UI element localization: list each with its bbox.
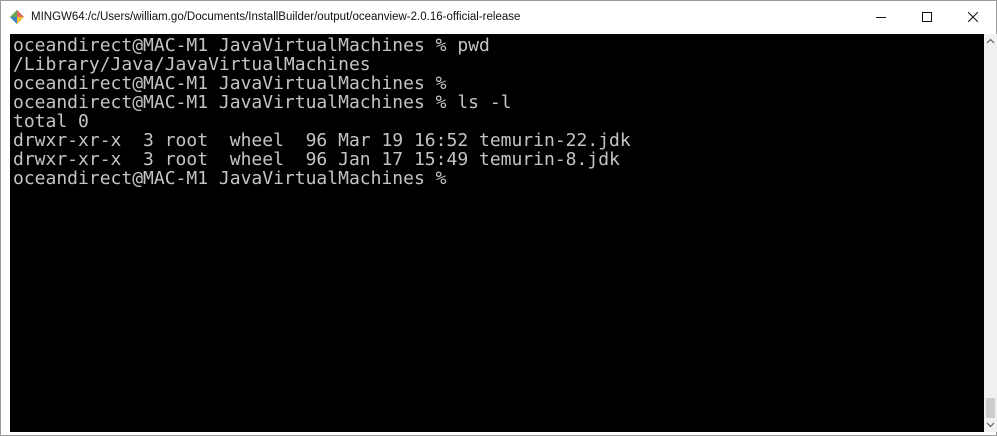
- scroll-thumb[interactable]: [986, 398, 995, 418]
- terminal-line: drwxr-xr-x 3 root wheel 96 Mar 19 16:52 …: [13, 130, 631, 151]
- terminal-line: oceandirect@MAC-M1 JavaVirtualMachines %: [13, 73, 447, 94]
- terminal-line: total 0: [13, 111, 89, 132]
- minimize-button[interactable]: [858, 1, 904, 32]
- terminal-prompt[interactable]: oceandirect@MAC-M1 JavaVirtualMachines %: [13, 169, 984, 188]
- terminal-window: MINGW64:/c/Users/william.go/Documents/In…: [0, 0, 997, 436]
- window-controls: [858, 1, 996, 32]
- window-title: MINGW64:/c/Users/william.go/Documents/In…: [31, 10, 521, 23]
- vertical-scrollbar[interactable]: [984, 34, 997, 432]
- mingw-diamond-icon[interactable]: [9, 9, 25, 25]
- terminal-lines: oceandirect@MAC-M1 JavaVirtualMachines %…: [10, 34, 984, 188]
- terminal-output[interactable]: oceandirect@MAC-M1 JavaVirtualMachines %…: [10, 34, 984, 432]
- terminal-line: oceandirect@MAC-M1 JavaVirtualMachines %…: [13, 35, 490, 56]
- close-icon: [968, 11, 978, 22]
- close-button[interactable]: [950, 1, 996, 32]
- minimize-icon: [876, 16, 886, 18]
- title-bar[interactable]: MINGW64:/c/Users/william.go/Documents/In…: [1, 1, 996, 32]
- terminal-line: /Library/Java/JavaVirtualMachines: [13, 54, 371, 75]
- maximize-icon: [922, 11, 932, 22]
- scroll-down-button[interactable]: [984, 418, 997, 432]
- scroll-up-button[interactable]: [984, 34, 997, 48]
- scroll-down-arrow-icon: [986, 422, 995, 428]
- scroll-up-arrow-icon: [986, 38, 995, 44]
- maximize-button[interactable]: [904, 1, 950, 32]
- terminal-line: oceandirect@MAC-M1 JavaVirtualMachines %…: [13, 92, 512, 113]
- terminal-line: drwxr-xr-x 3 root wheel 96 Jan 17 15:49 …: [13, 149, 620, 170]
